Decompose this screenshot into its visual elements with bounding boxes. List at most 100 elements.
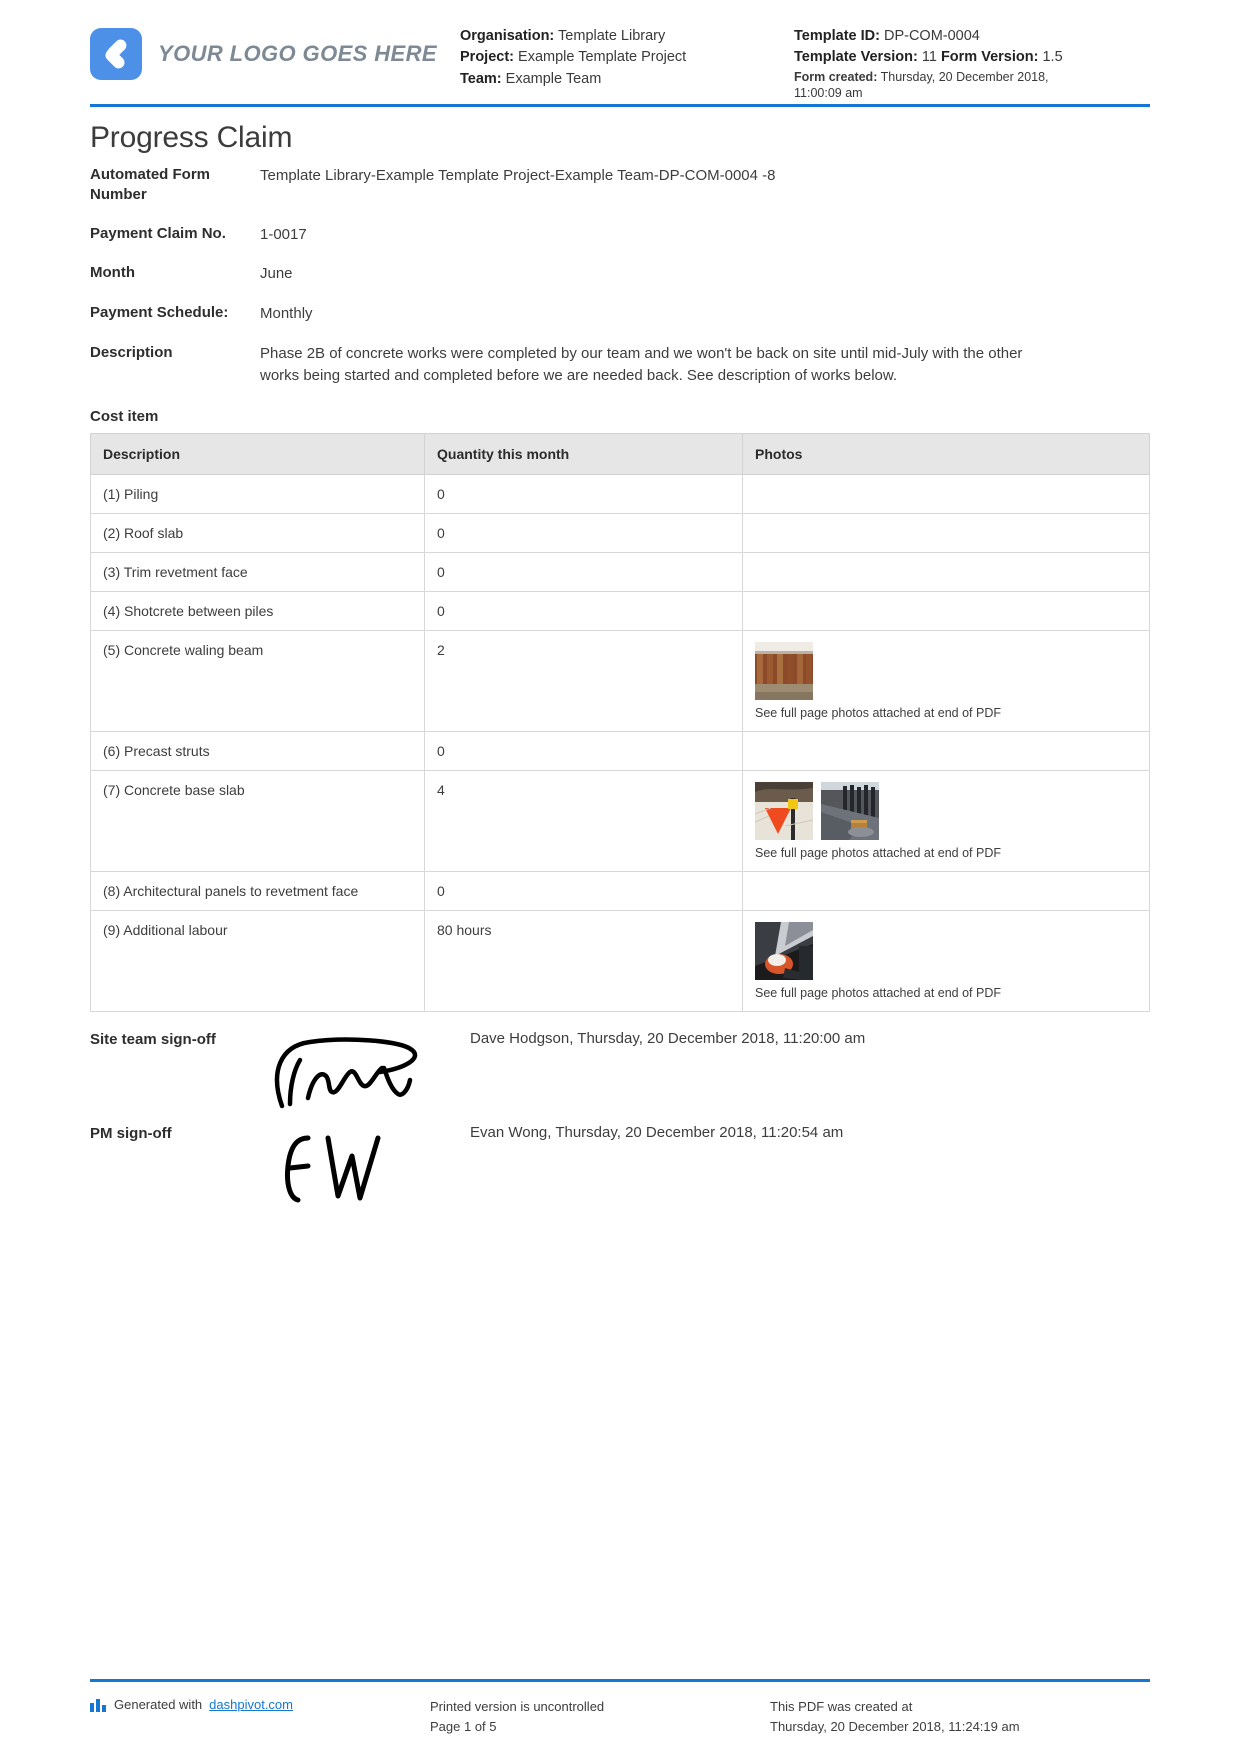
cell-quantity: 0 (424, 552, 743, 593)
footer-created-label: This PDF was created at (770, 1699, 913, 1714)
footer-right: This PDF was created at Thursday, 20 Dec… (770, 1697, 1150, 1736)
field-month: Month June (90, 263, 1150, 285)
photo-thumbnail-piles[interactable] (755, 642, 813, 701)
field-automated-form-number: Automated Form Number Template Library-E… (90, 165, 1150, 206)
field-description: Description Phase 2B of concrete works w… (90, 343, 1150, 387)
photo-thumbnail-trench[interactable] (821, 782, 879, 841)
cell-photos (742, 513, 1150, 554)
organisation-line: Organisation: Template Library (460, 26, 790, 47)
table-row: (3) Trim revetment face 0 (90, 552, 1150, 593)
column-header-description: Description (90, 433, 425, 476)
logo-text: YOUR LOGO GOES HERE (158, 41, 437, 66)
cell-description: (9) Additional labour (90, 910, 425, 1013)
header-divider (90, 104, 1150, 107)
table-row: (2) Roof slab 0 (90, 513, 1150, 554)
table-row: (7) Concrete base slab 4 See full page p… (90, 770, 1150, 873)
document-footer: Generated with dashpivot.com Printed ver… (90, 1697, 1150, 1736)
field-value: Template Library-Example Template Projec… (260, 167, 776, 184)
cell-quantity: 0 (424, 731, 743, 772)
cell-photos (742, 474, 1150, 515)
photo-note: See full page photos attached at end of … (755, 706, 1002, 721)
template-version-label: Template Version: (794, 49, 918, 66)
cell-description: (1) Piling (90, 474, 425, 515)
field-label: Month (90, 264, 135, 282)
template-id-label: Template ID: (794, 28, 880, 44)
cell-quantity: 0 (424, 591, 743, 632)
template-id-value: DP-COM-0004 (883, 28, 980, 44)
cell-photos: See full page photos attached at end of … (742, 910, 1150, 1013)
form-created-time: 11:00:09 am (794, 86, 863, 101)
cell-description: (7) Concrete base slab (90, 770, 425, 873)
footer-uncontrolled-text: Printed version is uncontrolled (430, 1699, 605, 1714)
project-label: Project: (460, 49, 514, 66)
version-line: Template Version: 11 Form Version: 1.5 (794, 47, 1150, 68)
cell-quantity: 4 (424, 770, 743, 873)
form-version-value: 1.5 (1042, 49, 1063, 66)
site-team-signoff-label: Site team sign-off (90, 1031, 216, 1049)
template-version-value: 11 (921, 49, 937, 66)
logo-block: YOUR LOGO GOES HERE (90, 22, 460, 80)
field-label: Automated Form Number (90, 166, 210, 204)
photo-strip (755, 782, 1137, 841)
cell-quantity: 80 hours (424, 910, 743, 1013)
table-row: (6) Precast struts 0 (90, 731, 1150, 772)
cell-quantity: 0 (424, 871, 743, 912)
dashpivot-bars-icon (90, 1697, 107, 1715)
document-header: YOUR LOGO GOES HERE Organisation: Templa… (0, 0, 1240, 100)
cell-quantity: 2 (424, 630, 743, 733)
cell-description: (6) Precast struts (90, 731, 425, 772)
field-value: 1-0017 (260, 225, 307, 243)
footer-generated-with: Generated with dashpivot.com (90, 1697, 430, 1715)
page-title: Progress Claim (90, 121, 293, 154)
cell-photos: See full page photos attached at end of … (742, 770, 1150, 873)
photo-thumbnail-worker-hardhat[interactable] (755, 922, 813, 981)
organisation-value: Template Library (558, 28, 666, 44)
field-value: June (260, 265, 293, 283)
field-label: Description (90, 343, 173, 361)
photo-thumbnail-traffic-cone[interactable] (755, 782, 813, 841)
footer-generated-text: Generated with (114, 1697, 203, 1712)
table-row: (9) Additional labour 80 hours See full … (90, 910, 1150, 1013)
dashpivot-link[interactable]: dashpivot.com (209, 1697, 293, 1712)
form-created-line: Form created: Thursday, 20 December 2018… (794, 69, 1150, 102)
field-label: Payment Schedule: (90, 304, 229, 321)
team-label: Team: (460, 70, 502, 87)
cell-quantity: 0 (424, 513, 743, 554)
column-header-photos: Photos (742, 433, 1150, 476)
field-value: Monthly (260, 305, 313, 322)
cost-item-table: Description Quantity this month Photos (… (90, 433, 1150, 1013)
field-label: Payment Claim No. (90, 224, 226, 242)
column-header-quantity: Quantity this month (424, 433, 743, 476)
cell-photos (742, 591, 1150, 632)
table-row: (1) Piling 0 (90, 474, 1150, 515)
header-meta-right: Template ID: DP-COM-0004 Template Versio… (790, 22, 1150, 101)
cell-description: (8) Architectural panels to revetment fa… (90, 871, 425, 912)
team-line: Team: Example Team (460, 69, 790, 90)
form-fields: Automated Form Number Template Library-E… (90, 165, 1150, 386)
cell-description: (4) Shotcrete between piles (90, 591, 425, 632)
team-value: Example Team (505, 70, 602, 87)
site-team-signoff-meta: Dave Hodgson, Thursday, 20 December 2018… (470, 1030, 866, 1048)
footer-divider (90, 1679, 1150, 1682)
pm-signoff-label: PM sign-off (90, 1125, 172, 1143)
cell-photos (742, 731, 1150, 772)
table-row: (8) Architectural panels to revetment fa… (90, 871, 1150, 912)
form-created-value: Thursday, 20 December 2018, (880, 69, 1049, 84)
cell-description: (3) Trim revetment face (90, 552, 425, 593)
field-payment-claim-no: Payment Claim No. 1-0017 (90, 224, 1150, 246)
site-team-signoff-row: Site team sign-off Dave Hodgson, Thursda… (90, 1028, 1150, 1114)
project-value: Example Template Project (518, 49, 687, 66)
site-team-signature (260, 1028, 470, 1114)
photo-strip (755, 922, 1137, 981)
cell-photos: See full page photos attached at end of … (742, 630, 1150, 733)
form-version-label: Form Version: (940, 49, 1039, 66)
field-value: Phase 2B of concrete works were complete… (260, 344, 1023, 384)
document-page: YOUR LOGO GOES HERE Organisation: Templa… (0, 0, 1240, 1754)
field-payment-schedule: Payment Schedule: Monthly (90, 303, 1150, 325)
photo-note: See full page photos attached at end of … (755, 846, 1002, 861)
project-line: Project: Example Template Project (460, 47, 790, 68)
table-row: (4) Shotcrete between piles 0 (90, 591, 1150, 632)
cell-description: (5) Concrete waling beam (90, 630, 425, 733)
table-row: (5) Concrete waling beam 2 See full page… (90, 630, 1150, 733)
pm-signoff-row: PM sign-off Evan Wong, Thursday, 20 Dece… (90, 1122, 1150, 1218)
